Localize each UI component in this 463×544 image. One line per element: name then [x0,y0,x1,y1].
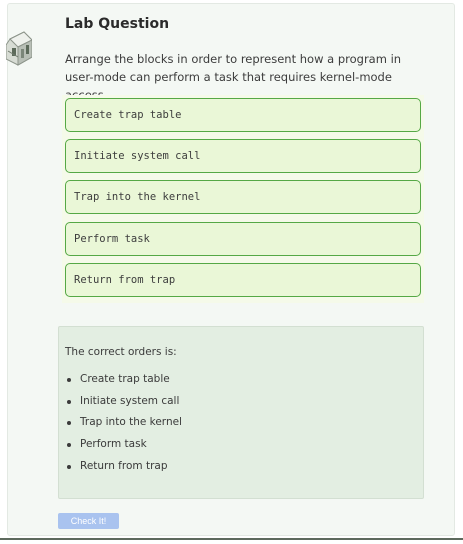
cube-logo-icon [6,31,32,66]
draggable-block-create-trap-table[interactable]: Create trap table [65,98,421,132]
draggable-block-return-from-trap[interactable]: Return from trap [65,263,421,297]
answer-item-label: Trap into the kernel [80,416,182,429]
lab-title: Lab Question [65,16,170,32]
answer-item-label: Create trap table [80,373,170,385]
bullet-icon [67,378,71,382]
blocks-drop-area[interactable]: Create trap table Initiate system call T… [62,95,424,303]
bullet-icon [67,421,71,426]
list-item: Perform task [65,434,182,456]
draggable-block-perform-task[interactable]: Perform task [65,222,421,256]
draggable-block-trap-into-kernel[interactable]: Trap into the kernel [65,180,421,214]
answer-item-label: Perform task [80,438,147,451]
answer-item-label: Return from trap [80,459,168,472]
list-item: Initiate system call [65,391,182,413]
bullet-icon [67,399,71,404]
answer-item-label: Initiate system call [80,394,180,407]
bottom-divider [0,538,463,544]
bullet-icon [67,443,71,448]
list-item: Trap into the kernel [65,412,182,434]
list-item: Return from trap [65,456,182,478]
check-it-button[interactable]: Check It! [58,513,119,529]
answer-panel: The correct orders is: Create trap table… [58,326,424,499]
list-item: Create trap table [65,369,182,391]
draggable-block-initiate-system-call[interactable]: Initiate system call [65,139,421,173]
answer-intro: The correct orders is: [65,346,177,358]
bullet-icon [67,464,71,469]
answer-list: Create trap table Initiate system call T… [65,369,182,477]
